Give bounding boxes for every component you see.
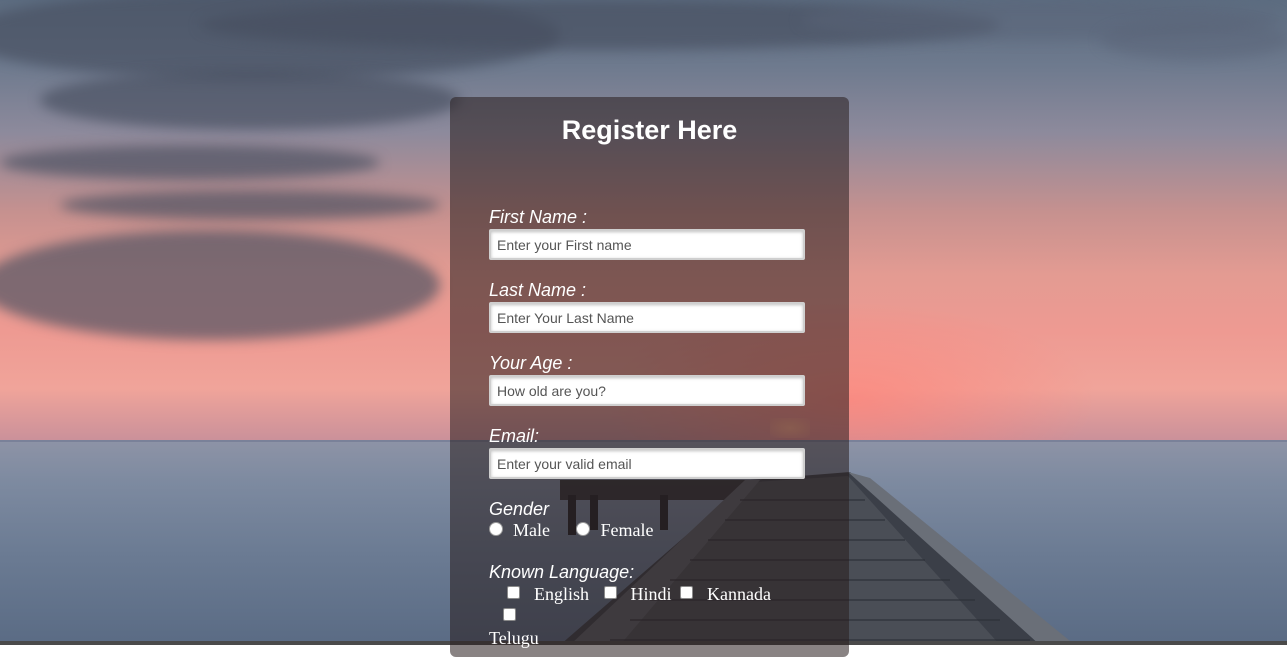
first-name-label: First Name : xyxy=(489,207,588,227)
gender-label: Gender xyxy=(489,499,550,519)
male-radio[interactable] xyxy=(489,521,503,536)
female-radio[interactable] xyxy=(576,521,591,536)
english-label: English xyxy=(534,584,590,604)
hindi-checkbox[interactable] xyxy=(603,586,617,600)
kannada-label: Kannada xyxy=(707,584,771,604)
known-language-label: Known Language: xyxy=(489,562,635,582)
telugu-checkbox[interactable] xyxy=(503,608,516,622)
age-input[interactable] xyxy=(489,375,805,406)
email-input[interactable] xyxy=(489,448,805,479)
language-options: English Hindi Kannada Telugu xyxy=(489,583,809,649)
last-name-label: Last Name : xyxy=(489,280,587,300)
telugu-label: Telugu xyxy=(489,628,539,648)
female-label: Female xyxy=(600,520,654,540)
email-label: Email: xyxy=(489,426,540,446)
form-title: Register Here xyxy=(561,115,738,145)
male-label: Male xyxy=(513,520,550,540)
age-label: Your Age : xyxy=(489,353,573,373)
kannada-checkbox[interactable] xyxy=(680,586,694,600)
last-name-input[interactable] xyxy=(489,302,805,333)
first-name-input[interactable] xyxy=(489,229,805,260)
english-checkbox[interactable] xyxy=(507,586,520,600)
gender-options: Male Female xyxy=(489,520,653,541)
hindi-label: Hindi xyxy=(630,584,672,604)
